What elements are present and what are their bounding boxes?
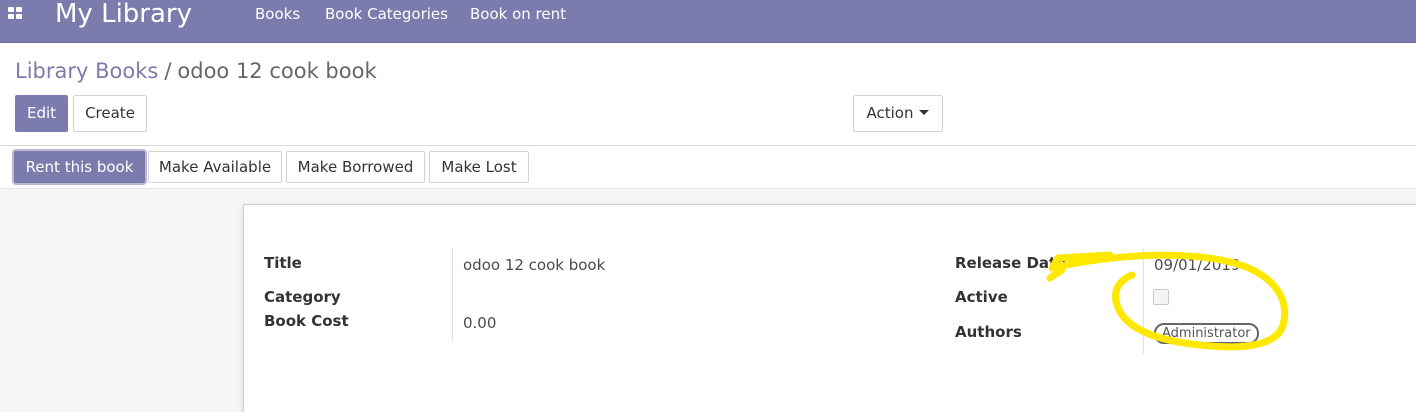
breadcrumb-current: odoo 12 cook book (177, 59, 377, 83)
book-cost-label: Book Cost (264, 312, 349, 330)
menu-item-book-categories[interactable]: Book Categories (325, 4, 448, 24)
make-available-button[interactable]: Make Available (148, 151, 282, 183)
field-separator-left (452, 249, 453, 342)
author-tag[interactable]: Administrator (1154, 323, 1259, 344)
menu-item-book-on-rent[interactable]: Book on rent (470, 4, 566, 24)
release-date-field[interactable]: 09/01/2019 (1154, 255, 1240, 275)
make-borrowed-button[interactable]: Make Borrowed (286, 151, 425, 183)
authors-label: Authors (955, 323, 1022, 341)
action-dropdown-button[interactable]: Action (853, 95, 943, 132)
active-checkbox[interactable] (1153, 289, 1169, 305)
top-navbar: My Library Books Book Categories Book on… (0, 0, 1416, 43)
release-date-label: Release Date (955, 254, 1067, 272)
edit-button[interactable]: Edit (15, 95, 68, 132)
rent-this-book-button[interactable]: Rent this book (14, 151, 145, 183)
control-panel-divider (0, 145, 1416, 146)
book-cost-field[interactable]: 0.00 (463, 313, 496, 333)
title-field[interactable]: odoo 12 cook book (463, 255, 605, 275)
form-sheet (243, 204, 1416, 412)
breadcrumb-separator: / (164, 59, 172, 83)
apps-menu-icon[interactable] (8, 7, 24, 21)
active-label: Active (955, 288, 1008, 306)
caret-down-icon (919, 110, 930, 115)
action-label: Action (866, 104, 914, 122)
breadcrumb-parent-link[interactable]: Library Books (15, 59, 158, 83)
field-separator-right (1143, 249, 1144, 354)
title-label: Title (264, 254, 302, 272)
menu-item-books[interactable]: Books (255, 4, 300, 24)
category-label: Category (264, 288, 341, 306)
app-brand-title[interactable]: My Library (55, 0, 192, 29)
create-button[interactable]: Create (73, 95, 147, 132)
breadcrumb: Library Books / odoo 12 cook book (15, 58, 377, 84)
make-lost-button[interactable]: Make Lost (429, 151, 529, 183)
